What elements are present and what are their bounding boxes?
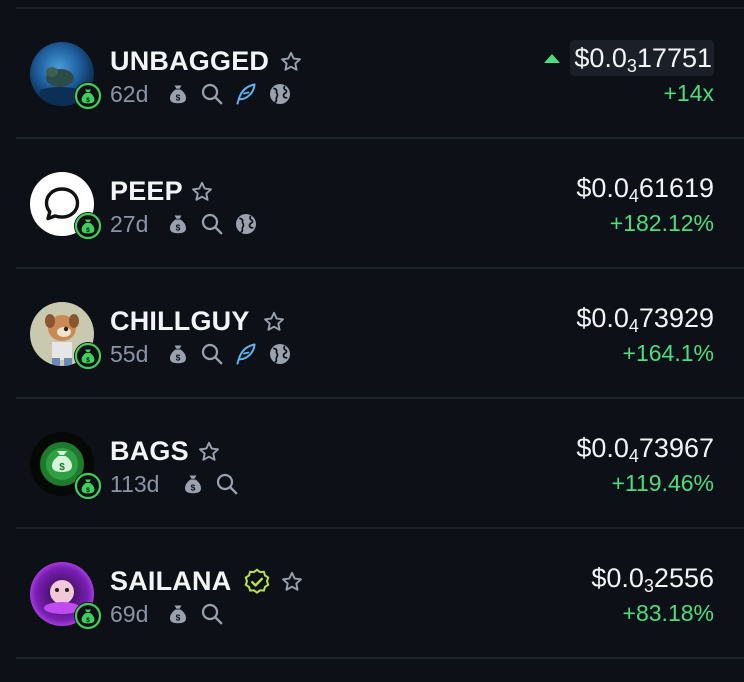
money-bag-icon[interactable] [166,82,190,106]
search-icon[interactable] [200,342,224,366]
token-age: 55d [110,341,149,367]
svg-text:$: $ [59,462,65,473]
money-bag-badge-icon [74,212,102,240]
token-avatar [30,302,102,370]
price-change: +14x [663,80,714,106]
search-icon[interactable] [200,602,224,626]
token-avatar [30,172,102,240]
token-row-chillguy[interactable]: CHILLGUY 55d $0.0473929 +164.1% [0,269,744,397]
token-avatar: $ [30,432,102,500]
token-name: BAGS [110,436,189,466]
feather-icon[interactable] [234,342,258,366]
feather-icon[interactable] [234,82,258,106]
token-meta: 69d [110,600,148,628]
token-row-unbagged[interactable]: UNBAGGED 62d $0.0317751 +14x [0,9,744,137]
token-avatar [30,562,102,630]
token-price: $0.032556 [591,563,714,596]
star-icon[interactable] [197,440,221,464]
token-age: 69d [110,601,149,627]
token-row-sailana[interactable]: SAILANA 69d $0.032556 +83.18% [0,529,744,657]
token-price: $0.0461619 [576,173,714,206]
money-bag-badge-icon [74,82,102,110]
money-bag-icon[interactable] [166,602,190,626]
token-meta: 113d [110,470,159,498]
price-change: +182.12% [609,210,714,236]
globe-icon[interactable] [268,82,292,106]
search-icon[interactable] [200,82,224,106]
price-up-arrow-icon [544,54,560,63]
money-bag-icon[interactable] [166,342,190,366]
token-name: UNBAGGED [110,46,270,76]
token-price: $0.0473929 [576,303,714,336]
star-icon[interactable] [190,180,214,204]
star-icon[interactable] [280,570,304,594]
money-bag-badge-icon [74,602,102,630]
token-row-peep[interactable]: PEEP 27d $0.0461619 +182.12% [0,139,744,267]
price-change: +83.18% [622,600,714,626]
money-bag-badge-icon [74,472,102,500]
token-name: SAILANA [110,566,232,596]
star-icon[interactable] [279,50,303,74]
token-meta: 62d [110,80,148,108]
verified-badge-icon [243,568,271,596]
search-icon[interactable] [215,472,239,496]
money-bag-badge-icon [74,342,102,370]
price-change: +164.1% [622,340,714,366]
token-age: 113d [110,471,160,497]
token-age: 62d [110,81,149,107]
money-bag-icon[interactable] [166,212,190,236]
search-icon[interactable] [200,212,224,236]
token-meta: 27d [110,210,148,238]
globe-icon[interactable] [234,212,258,236]
globe-icon[interactable] [268,342,292,366]
row-divider [16,657,744,659]
token-name: PEEP [110,176,183,206]
price-change: +119.46% [611,470,714,496]
star-icon[interactable] [262,310,286,334]
token-price: $0.0473967 [576,433,714,466]
token-row-bags[interactable]: $ BAGS 113d $0.0473967 +119.46% [0,399,744,527]
token-meta: 55d [110,340,148,368]
money-bag-icon[interactable] [181,472,205,496]
token-avatar [30,42,102,110]
token-price: $0.0317751 [570,40,714,76]
token-name: CHILLGUY [110,306,250,336]
token-age: 27d [110,211,149,237]
